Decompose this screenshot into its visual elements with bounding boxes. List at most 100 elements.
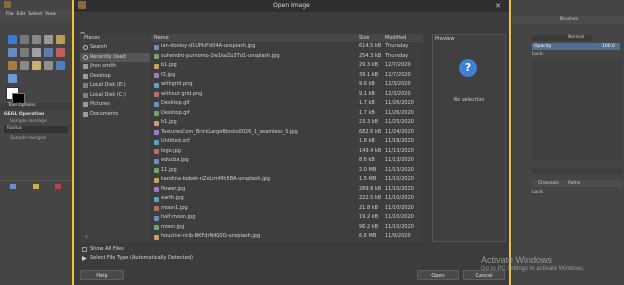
drive-icon [83,83,88,88]
sample-merged-option[interactable]: Sample merged [10,136,46,141]
file-name: h1.jpg [161,119,177,125]
file-modified: 12/3/2020 [385,90,411,97]
gegl-operation-label: GEGL Operation [4,112,45,117]
file-modified: 11/10/2020 [385,185,414,192]
expander-arrow-icon[interactable] [82,256,87,261]
bucket-tool-icon[interactable] [8,61,17,70]
image-file-icon [154,63,159,69]
place-label: Recently Used [90,53,126,60]
column-name[interactable]: Name [154,34,169,42]
place-item-search[interactable]: Search [80,43,150,52]
place-item-pictures[interactable]: Pictures [80,100,150,109]
file-row[interactable]: half moon.jpg 19.2 kB 11/10/2020 [151,213,417,223]
free-select-tool-icon[interactable] [44,35,53,44]
file-row[interactable]: logo.jpg 149.4 kB 11/13/2020 [151,147,417,157]
file-name: Untitled.xcf [161,138,190,144]
image-file-icon [154,101,159,107]
restore-options-icon[interactable] [33,184,39,189]
file-row[interactable]: earth.jpg 222.5 kB 11/10/2020 [151,194,417,204]
gimp-right-docks: Brushes Normal Opacity 100.0 Lock: Chann… [512,0,624,285]
file-size: 222.5 kB [359,195,382,201]
select-file-type-expander[interactable]: Select File Type (Automatically Detected… [90,255,193,261]
place-label: Pictures [90,101,110,107]
transform-tool-icon[interactable] [20,48,29,57]
menu-select[interactable]: Select [28,10,42,19]
menu-view[interactable]: View [45,10,56,19]
file-row[interactable]: houcine-ncib-BKFdrNiKJ0Q-unsplash.jpg 6.6… [151,232,417,242]
clone-tool-icon[interactable] [56,61,65,70]
image-file-icon [154,225,159,230]
file-row[interactable]: b1.jpg 29.3 kB 12/7/2020 [151,61,417,71]
save-options-icon[interactable] [10,184,16,189]
place-item-home[interactable]: jhon smith [80,62,150,71]
file-row[interactable]: Desktop.gif 1.7 kB 11/26/2020 [151,109,417,119]
brushes-tab-bar[interactable]: Brushes [512,16,624,24]
file-row[interactable]: without grid.png 9.1 kB 12/3/2020 [151,90,417,100]
add-bookmark-button[interactable]: + [84,234,89,241]
activate-windows-subtitle: Go to PC settings to activate Windows. [481,266,585,272]
file-modified: 11/18/2020 [385,138,414,144]
place-item-local-disk-c[interactable]: Local Disk (C:) [80,91,150,100]
file-row[interactable]: moon.jpg 96.2 kB 11/10/2020 [151,223,417,233]
file-size: 6.6 MB [359,233,377,239]
file-row[interactable]: karolina-bobek-nZxLrmMh5BA-unsplash.jpg 1… [151,175,417,185]
rect-select-tool-icon[interactable] [32,35,41,44]
file-row[interactable]: h1.jpg 23.3 kB 11/25/2020 [151,118,417,128]
place-item-local-disk-e[interactable]: Local Disk (E:) [80,81,150,90]
file-row[interactable]: 11.jpg 2.0 MB 11/13/2020 [151,166,417,176]
file-size: 8.6 kB [359,157,375,163]
text-tool-icon[interactable] [56,48,65,57]
mode-select[interactable]: Normal [532,35,592,41]
file-modified: 12/7/2020 [385,71,411,78]
file-size: 1.7 kB [359,109,375,116]
file-row[interactable]: Untitled.xcf 1.8 kB 11/18/2020 [151,137,417,147]
channels-tab[interactable]: Channels [538,181,559,186]
crop-tool-icon[interactable] [8,48,17,57]
preview-pane: Preview ? No selection [432,34,506,242]
show-all-files-checkbox[interactable] [82,247,87,252]
file-name: houcine-ncib-BKFdrNiKJ0Q-unsplash.jpg [161,233,261,239]
file-row[interactable]: TexturesCom_BrickLargeBlocks0026_1_seaml… [151,128,417,138]
file-row[interactable]: withgrid.png 9.6 kB 12/3/2020 [151,80,417,90]
file-name: earth.jpg [161,195,184,201]
eraser-tool-icon[interactable] [44,61,53,70]
open-button[interactable]: Open [417,270,459,280]
menu-file[interactable]: File [6,10,14,19]
file-name: karolina-bobek-nZxLrmMh5BA-unsplash.jpg [161,176,270,182]
location-bar: Recently Used [80,15,505,40]
menu-edit[interactable]: Edit [17,10,26,19]
file-row[interactable]: educba.jpg 8.6 kB 11/13/2020 [151,156,417,166]
file-row[interactable]: flower.jpg 289.8 kB 11/10/2020 [151,185,417,195]
sample-average-option[interactable]: Sample average [10,119,47,124]
file-row[interactable]: suhendro-purnomo-2w1kaZu3Td1-unsplash.jp… [151,52,417,62]
move-tool-icon[interactable] [8,35,17,44]
brushes-tab[interactable]: Brushes [560,17,578,22]
place-item-recently-used[interactable]: Recently Used [80,52,150,62]
drive-icon [83,92,88,98]
file-row[interactable]: ian-dooley-d1UPkiFd04A-unsplash.jpg 614.5… [151,42,417,52]
column-size[interactable]: Size [359,34,369,42]
place-item-documents[interactable]: Documents [80,110,150,119]
radius-field[interactable]: Radius [4,126,68,133]
warp-tool-icon[interactable] [32,48,41,57]
delete-options-icon[interactable] [55,184,61,189]
place-item-desktop[interactable]: Desktop [80,72,150,81]
layers-list[interactable] [532,60,622,160]
image-file-icon [154,120,159,126]
file-row[interactable]: moon1.jpg 21.8 kB 11/10/2020 [151,204,417,214]
opacity-slider[interactable]: Opacity 100.0 [532,43,620,50]
help-button[interactable]: Help [80,270,124,280]
column-modified[interactable]: Modified [385,34,406,42]
paintbrush-tool-icon[interactable] [32,61,41,70]
close-icon[interactable]: ✕ [492,1,504,11]
gradient-tool-icon[interactable] [20,61,29,70]
fuzzy-select-tool-icon[interactable] [56,35,65,44]
file-row[interactable]: Desktop.gif 1.7 kB 11/26/2020 [151,99,417,109]
zoom-tool-icon[interactable] [8,74,17,83]
file-row[interactable]: f2.jpg 39.1 kB 12/7/2020 [151,71,417,81]
paths-tab[interactable]: Paths [568,181,580,186]
paths-tool-icon[interactable] [44,48,53,57]
tool-options-tab[interactable]: Tool Options [0,103,72,110]
place-label: Search [90,44,108,50]
align-tool-icon[interactable] [20,35,29,44]
